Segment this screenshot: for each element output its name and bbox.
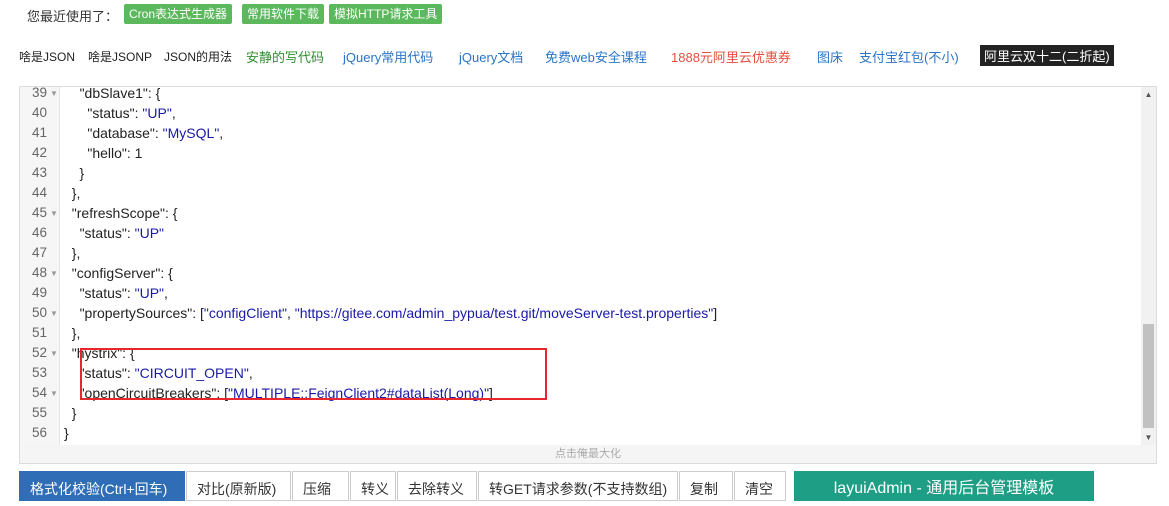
line-number: 40 bbox=[31, 105, 47, 120]
code-text: "refreshScope": { bbox=[71, 205, 178, 221]
code-text: "status": "UP", bbox=[87, 105, 176, 121]
fold-arrow-icon[interactable]: ▼ bbox=[50, 384, 58, 404]
code-text: } bbox=[64, 405, 77, 421]
code-line: 49 "status": "UP", bbox=[20, 283, 1140, 303]
fold-arrow-icon[interactable]: ▼ bbox=[50, 204, 58, 224]
link-alipay-redpacket[interactable]: 支付宝红包(不小) bbox=[859, 47, 959, 66]
line-number: 41 bbox=[31, 125, 47, 140]
hystrix-highlight-box bbox=[80, 348, 547, 400]
code-text: "configServer": { bbox=[71, 265, 173, 281]
line-number: 43 bbox=[31, 165, 47, 180]
compare-button[interactable]: 对比(原新版) bbox=[186, 471, 291, 501]
link-json-usage[interactable]: JSON的用法 bbox=[164, 48, 232, 65]
copy-button[interactable]: 复制 bbox=[679, 471, 733, 501]
code-line: 40 "status": "UP", bbox=[20, 103, 1140, 123]
format-validate-button[interactable]: 格式化校验(Ctrl+回车) bbox=[19, 471, 185, 501]
line-number: 47 bbox=[31, 245, 47, 260]
code-line: 39 ▼ "dbSlave1": { bbox=[20, 86, 1140, 104]
fold-arrow-icon[interactable]: ▼ bbox=[50, 264, 58, 284]
line-number: 48 bbox=[31, 265, 47, 280]
fold-arrow-icon[interactable]: ▼ bbox=[50, 344, 58, 364]
code-line: 46 "status": "UP" bbox=[20, 223, 1140, 243]
line-number: 53 bbox=[31, 365, 47, 380]
code-line: 50 ▼ "propertySources": ["configClient", … bbox=[20, 303, 1140, 323]
code-text: "status": "UP", bbox=[79, 285, 168, 301]
fold-arrow-icon[interactable]: ▼ bbox=[50, 304, 58, 324]
line-number: 42 bbox=[31, 145, 47, 160]
link-image-host[interactable]: 图床 bbox=[817, 47, 843, 66]
recent-tag-software[interactable]: 常用软件下载 bbox=[242, 4, 325, 24]
code-text: }, bbox=[64, 245, 81, 261]
unescape-button[interactable]: 去除转义 bbox=[397, 471, 477, 501]
line-number: 39 bbox=[31, 86, 47, 100]
line-number: 52 bbox=[31, 345, 47, 360]
code-text: "propertySources": ["configClient", "htt… bbox=[79, 305, 718, 321]
code-line: 45 ▼ "refreshScope": { bbox=[20, 203, 1140, 223]
scroll-up-arrow-icon[interactable]: ▲ bbox=[1141, 87, 1156, 103]
link-aliyun-coupon[interactable]: 1888元阿里云优惠券 bbox=[671, 47, 791, 66]
line-number: 50 bbox=[31, 305, 47, 320]
link-what-is-json[interactable]: 啥是JSON bbox=[19, 48, 75, 65]
code-text: "hello": 1 bbox=[87, 145, 143, 161]
code-line: 51 }, bbox=[20, 323, 1140, 343]
code-text: }, bbox=[64, 325, 81, 341]
line-number: 51 bbox=[31, 325, 47, 340]
clear-button[interactable]: 清空 bbox=[734, 471, 786, 501]
compress-button[interactable]: 压缩 bbox=[292, 471, 349, 501]
code-text: "status": "UP" bbox=[79, 225, 165, 241]
link-what-is-jsonp[interactable]: 啥是JSONP bbox=[88, 48, 152, 65]
link-aliyun-promo[interactable]: 阿里云双十二(二折起) bbox=[980, 45, 1114, 66]
fold-arrow-icon[interactable]: ▼ bbox=[50, 87, 58, 104]
maximize-editor-bar[interactable]: 点击俺最大化 bbox=[19, 445, 1157, 464]
code-text: "database": "MySQL", bbox=[87, 125, 224, 141]
code-line: 56} bbox=[20, 423, 1140, 443]
code-text: "dbSlave1": { bbox=[79, 86, 161, 101]
editor-scrollbar[interactable]: ▲ ▼ bbox=[1141, 87, 1156, 446]
line-number: 46 bbox=[31, 225, 47, 240]
code-line: 55 } bbox=[20, 403, 1140, 423]
code-line: 41 "database": "MySQL", bbox=[20, 123, 1140, 143]
link-jquery-snippets[interactable]: jQuery常用代码 bbox=[343, 47, 433, 66]
to-get-params-button[interactable]: 转GET请求参数(不支持数组) bbox=[478, 471, 678, 501]
layuiadmin-ad-button[interactable]: layuiAdmin - 通用后台管理模板 bbox=[794, 471, 1094, 501]
line-number: 44 bbox=[31, 185, 47, 200]
line-number: 55 bbox=[31, 405, 47, 420]
quick-links-bar: 啥是JSON 啥是JSONP JSON的用法 安静的写代码 jQuery常用代码… bbox=[0, 34, 1169, 78]
recent-tag-cron[interactable]: Cron表达式生成器 bbox=[124, 4, 233, 24]
code-text: } bbox=[64, 425, 69, 441]
link-jquery-docs[interactable]: jQuery文档 bbox=[459, 47, 523, 66]
escape-button[interactable]: 转义 bbox=[350, 471, 396, 501]
recent-label: 您最近使用了： bbox=[27, 9, 119, 24]
line-number: 56 bbox=[31, 425, 47, 440]
line-number: 49 bbox=[31, 285, 47, 300]
code-line: 47 }, bbox=[20, 243, 1140, 263]
link-web-security-course[interactable]: 免费web安全课程 bbox=[545, 47, 647, 66]
code-line: 42 "hello": 1 bbox=[20, 143, 1140, 163]
link-quiet-code[interactable]: 安静的写代码 bbox=[246, 47, 324, 66]
scroll-down-arrow-icon[interactable]: ▼ bbox=[1141, 430, 1156, 446]
code-line: 44 }, bbox=[20, 183, 1140, 203]
line-number: 45 bbox=[31, 205, 47, 220]
code-text: }, bbox=[64, 185, 81, 201]
json-editor[interactable]: 39 ▼ "dbSlave1": {40 "status": "UP", 41 "d… bbox=[19, 86, 1157, 447]
recent-tools-bar: 您最近使用了： Cron表达式生成器 常用软件下载 模拟HTTP请求工具 bbox=[0, 0, 1169, 32]
code-line: 43 } bbox=[20, 163, 1140, 183]
code-line: 48 ▼ "configServer": { bbox=[20, 263, 1140, 283]
code-text: } bbox=[64, 165, 85, 181]
line-number: 54 bbox=[31, 385, 47, 400]
recent-tag-http[interactable]: 模拟HTTP请求工具 bbox=[329, 4, 443, 24]
scroll-thumb[interactable] bbox=[1143, 324, 1154, 428]
